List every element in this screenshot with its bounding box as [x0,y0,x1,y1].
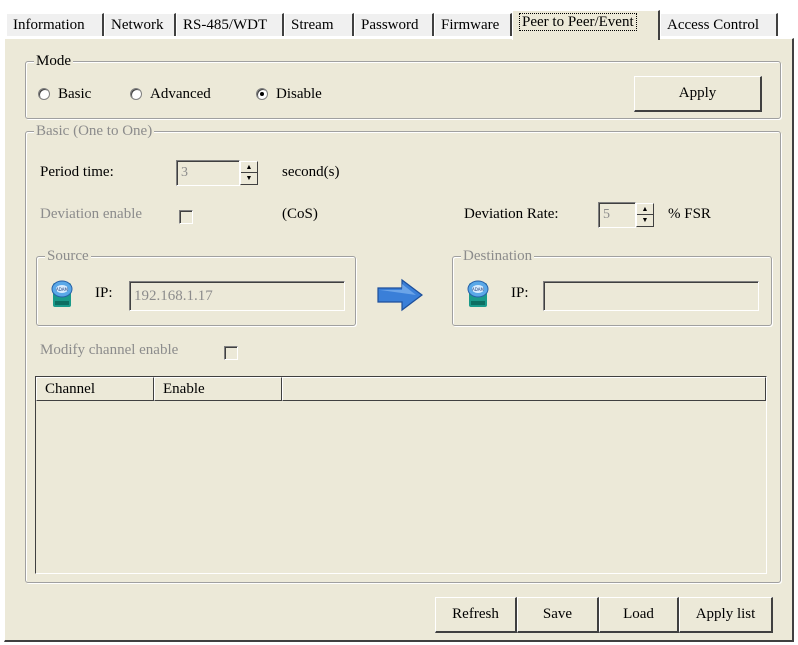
radio-circle-selected [256,88,268,100]
tab-label: Information [13,17,85,33]
tab-label: Firmware [441,17,500,33]
channel-list-header: Channel Enable [36,377,766,401]
destination-group-title: Destination [461,247,535,265]
mode-group-title: Mode [34,52,73,70]
device-icon: ADAM [51,280,73,307]
mode-group: Mode Basic Advanced Disable Apply [25,52,781,119]
modify-channel-enable-label: Modify channel enable [40,342,179,358]
svg-text:ADAM: ADAM [56,287,68,292]
tab-password[interactable]: Password [354,13,434,36]
spin-down-icon[interactable]: ▼ [241,173,257,184]
refresh-button[interactable]: Refresh [435,597,517,633]
spin-up-icon[interactable]: ▲ [637,204,653,215]
column-header-enable[interactable]: Enable [154,377,282,401]
source-ip-label: IP: [95,285,113,301]
tab-information[interactable]: Information [6,13,104,36]
tab-rs485-wdt[interactable]: RS-485/WDT [176,13,284,36]
deviation-rate-spinner[interactable]: ▲ ▼ [636,203,654,227]
period-time-input[interactable]: 3 [176,160,240,186]
tab-strip: Information Network RS-485/WDT Stream Pa… [0,0,798,40]
tab-label: Password [361,17,419,33]
deviation-enable-label: Deviation enable [40,206,143,222]
basic-group-title: Basic (One to One) [34,122,155,140]
deviation-rate-unit: % FSR [668,206,711,222]
deviation-rate-label: Deviation Rate: [464,206,559,222]
radio-label: Advanced [150,85,211,102]
channel-list[interactable]: Channel Enable [35,376,767,574]
radio-circle [38,88,50,100]
spin-up-icon[interactable]: ▲ [241,162,257,173]
column-header-channel[interactable]: Channel [36,377,154,401]
spin-down-icon[interactable]: ▼ [637,215,653,226]
source-group-title: Source [45,247,91,265]
tab-label: RS-485/WDT [183,17,268,33]
source-group: Source ADAM IP: 192.168.1.17 [36,247,356,326]
tab-peer-to-peer-event[interactable]: Peer to Peer/Event [512,10,660,40]
radio-label: Disable [276,85,322,102]
radio-circle [130,88,142,100]
deviation-rate-input[interactable]: 5 [598,202,636,228]
tab-label: Peer to Peer/Event [519,13,637,31]
period-time-spinner[interactable]: ▲ ▼ [240,161,258,185]
svg-text:ADAM: ADAM [472,287,484,292]
apply-list-button[interactable]: Apply list [679,597,773,633]
source-ip-input[interactable]: 192.168.1.17 [129,281,345,311]
destination-group: Destination ADAM IP: [452,247,772,326]
modify-channel-enable-checkbox[interactable] [224,346,238,360]
tab-stream[interactable]: Stream [284,13,354,36]
tab-network[interactable]: Network [104,13,176,36]
mode-disable-radio[interactable]: Disable [256,84,322,104]
tab-access-control[interactable]: Access Control [660,13,778,36]
save-button[interactable]: Save [517,597,599,633]
device-icon: ADAM [467,280,489,307]
column-header-blank[interactable] [282,377,766,401]
deviation-enable-checkbox[interactable] [179,210,193,224]
load-button[interactable]: Load [599,597,679,633]
destination-ip-label: IP: [511,285,529,301]
period-time-label: Period time: [40,164,114,180]
apply-button[interactable]: Apply [634,76,762,112]
mode-basic-radio[interactable]: Basic [38,84,91,104]
tab-label: Access Control [667,17,760,33]
mode-advanced-radio[interactable]: Advanced [130,84,211,104]
arrow-right-icon [377,278,423,312]
cos-label: (CoS) [282,206,318,222]
tab-firmware[interactable]: Firmware [434,13,512,36]
tab-label: Stream [291,17,334,33]
period-time-unit: second(s) [282,164,340,180]
radio-label: Basic [58,85,92,102]
peer-to-peer-panel: Mode Basic Advanced Disable Apply Basic … [4,38,794,642]
destination-ip-input[interactable] [543,281,759,311]
tab-label: Network [111,17,164,33]
